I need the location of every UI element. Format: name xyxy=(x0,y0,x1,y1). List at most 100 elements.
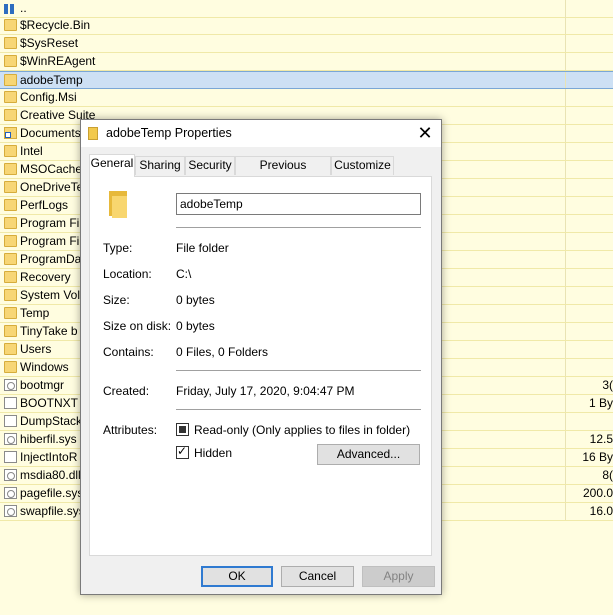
system-file-icon xyxy=(4,487,17,499)
hidden-label[interactable]: Hidden xyxy=(194,446,232,460)
file-name: Program Fil xyxy=(20,234,83,248)
file-name: swapfile.sys xyxy=(20,504,85,518)
file-name: Temp xyxy=(20,306,50,320)
file-name: $Recycle.Bin xyxy=(20,18,91,32)
folder-icon xyxy=(4,343,17,355)
file-name: bootmgr xyxy=(20,378,65,392)
file-size: 8( xyxy=(602,468,613,482)
file-row[interactable]: .. xyxy=(0,0,613,18)
column-divider xyxy=(565,323,566,340)
file-name: MSOCache xyxy=(20,162,83,176)
file-name: Recovery xyxy=(20,270,71,284)
folder-icon xyxy=(4,181,17,193)
column-divider xyxy=(565,413,566,430)
advanced-button[interactable]: Advanced... xyxy=(317,444,420,465)
general-tab-panel: Type: File folder Location: C:\ Size: 0 … xyxy=(89,176,432,556)
column-divider xyxy=(565,53,566,70)
column-divider xyxy=(565,449,566,466)
size-on-disk-label: Size on disk: xyxy=(103,319,172,333)
file-row[interactable]: Config.Msi xyxy=(0,89,613,107)
up-icon xyxy=(4,2,17,14)
column-divider xyxy=(565,161,566,178)
type-label: Type: xyxy=(103,241,133,255)
file-name: Config.Msi xyxy=(20,90,77,104)
column-divider xyxy=(565,503,566,520)
file-name: .. xyxy=(20,1,27,15)
ok-button[interactable]: OK xyxy=(201,566,273,587)
size-value: 0 bytes xyxy=(176,293,215,307)
readonly-checkbox[interactable] xyxy=(176,423,189,436)
column-divider xyxy=(565,35,566,52)
file-name: DumpStack xyxy=(20,414,83,428)
tab-previous-versions[interactable]: Previous Versions xyxy=(235,156,331,189)
column-divider xyxy=(565,197,566,214)
column-divider xyxy=(565,395,566,412)
properties-dialog: adobeTemp Properties ✕ General Sharing S… xyxy=(80,119,442,595)
column-divider xyxy=(565,215,566,232)
file-name: OneDriveTe xyxy=(20,180,84,194)
column-divider xyxy=(565,17,566,34)
file-size: 200.0 xyxy=(582,486,613,500)
file-icon xyxy=(4,415,17,427)
contains-label: Contains: xyxy=(103,345,154,359)
file-name: System Vol xyxy=(20,288,81,302)
folder-icon xyxy=(4,199,17,211)
file-name: Users xyxy=(20,342,52,356)
file-row[interactable]: $SysReset xyxy=(0,35,613,53)
cancel-button[interactable]: Cancel xyxy=(281,566,354,587)
folder-icon xyxy=(4,271,17,283)
close-button[interactable]: ✕ xyxy=(409,120,441,147)
divider xyxy=(176,409,421,410)
tab-security[interactable]: Security xyxy=(185,156,235,175)
hidden-checkbox[interactable] xyxy=(176,444,189,459)
dialog-title-bar[interactable]: adobeTemp Properties ✕ xyxy=(81,120,441,147)
column-divider xyxy=(565,143,566,160)
attributes-label: Attributes: xyxy=(103,423,158,437)
column-divider xyxy=(565,359,566,376)
column-divider xyxy=(565,0,566,17)
apply-button[interactable]: Apply xyxy=(362,566,435,587)
file-name: InjectIntoR xyxy=(20,450,78,464)
folder-icon xyxy=(4,37,17,49)
created-label: Created: xyxy=(103,384,150,398)
location-value: C:\ xyxy=(176,267,192,281)
file-name: msdia80.dll xyxy=(20,468,81,482)
folder-icon xyxy=(4,19,17,31)
location-label: Location: xyxy=(103,267,152,281)
folder-icon xyxy=(4,217,17,229)
column-divider xyxy=(565,269,566,286)
file-row[interactable]: $Recycle.Bin xyxy=(0,17,613,35)
divider xyxy=(176,227,421,228)
file-row[interactable]: $WinREAgent xyxy=(0,53,613,71)
folder-icon xyxy=(4,74,17,86)
folder-icon xyxy=(4,361,17,373)
tab-customize[interactable]: Customize xyxy=(331,156,394,175)
file-size: 3( xyxy=(602,378,613,392)
folder-icon xyxy=(4,325,17,337)
shortcut-folder-icon xyxy=(4,127,17,139)
column-divider xyxy=(565,179,566,196)
folder-icon xyxy=(4,307,17,319)
file-name: BOOTNXT xyxy=(20,396,79,410)
column-divider xyxy=(565,467,566,484)
file-name: Windows xyxy=(20,360,69,374)
file-name: TinyTake b xyxy=(20,324,78,338)
file-name: Intel xyxy=(20,144,43,158)
file-name: $WinREAgent xyxy=(20,54,96,68)
folder-icon xyxy=(4,91,17,103)
tab-general[interactable]: General xyxy=(89,154,135,177)
tab-sharing[interactable]: Sharing xyxy=(135,156,185,175)
file-row[interactable]: adobeTemp xyxy=(0,71,613,89)
readonly-label[interactable]: Read-only (Only applies to files in fold… xyxy=(194,423,410,437)
folder-icon xyxy=(4,55,17,67)
created-value: Friday, July 17, 2020, 9:04:47 PM xyxy=(176,384,355,398)
folder-icon xyxy=(4,163,17,175)
column-divider xyxy=(565,89,566,106)
system-file-icon xyxy=(4,469,17,481)
divider xyxy=(176,370,421,371)
file-name: PerfLogs xyxy=(20,198,69,212)
folder-icon xyxy=(4,235,17,247)
system-file-icon xyxy=(4,379,17,391)
folder-name-input[interactable] xyxy=(176,193,421,215)
file-icon xyxy=(4,451,17,463)
